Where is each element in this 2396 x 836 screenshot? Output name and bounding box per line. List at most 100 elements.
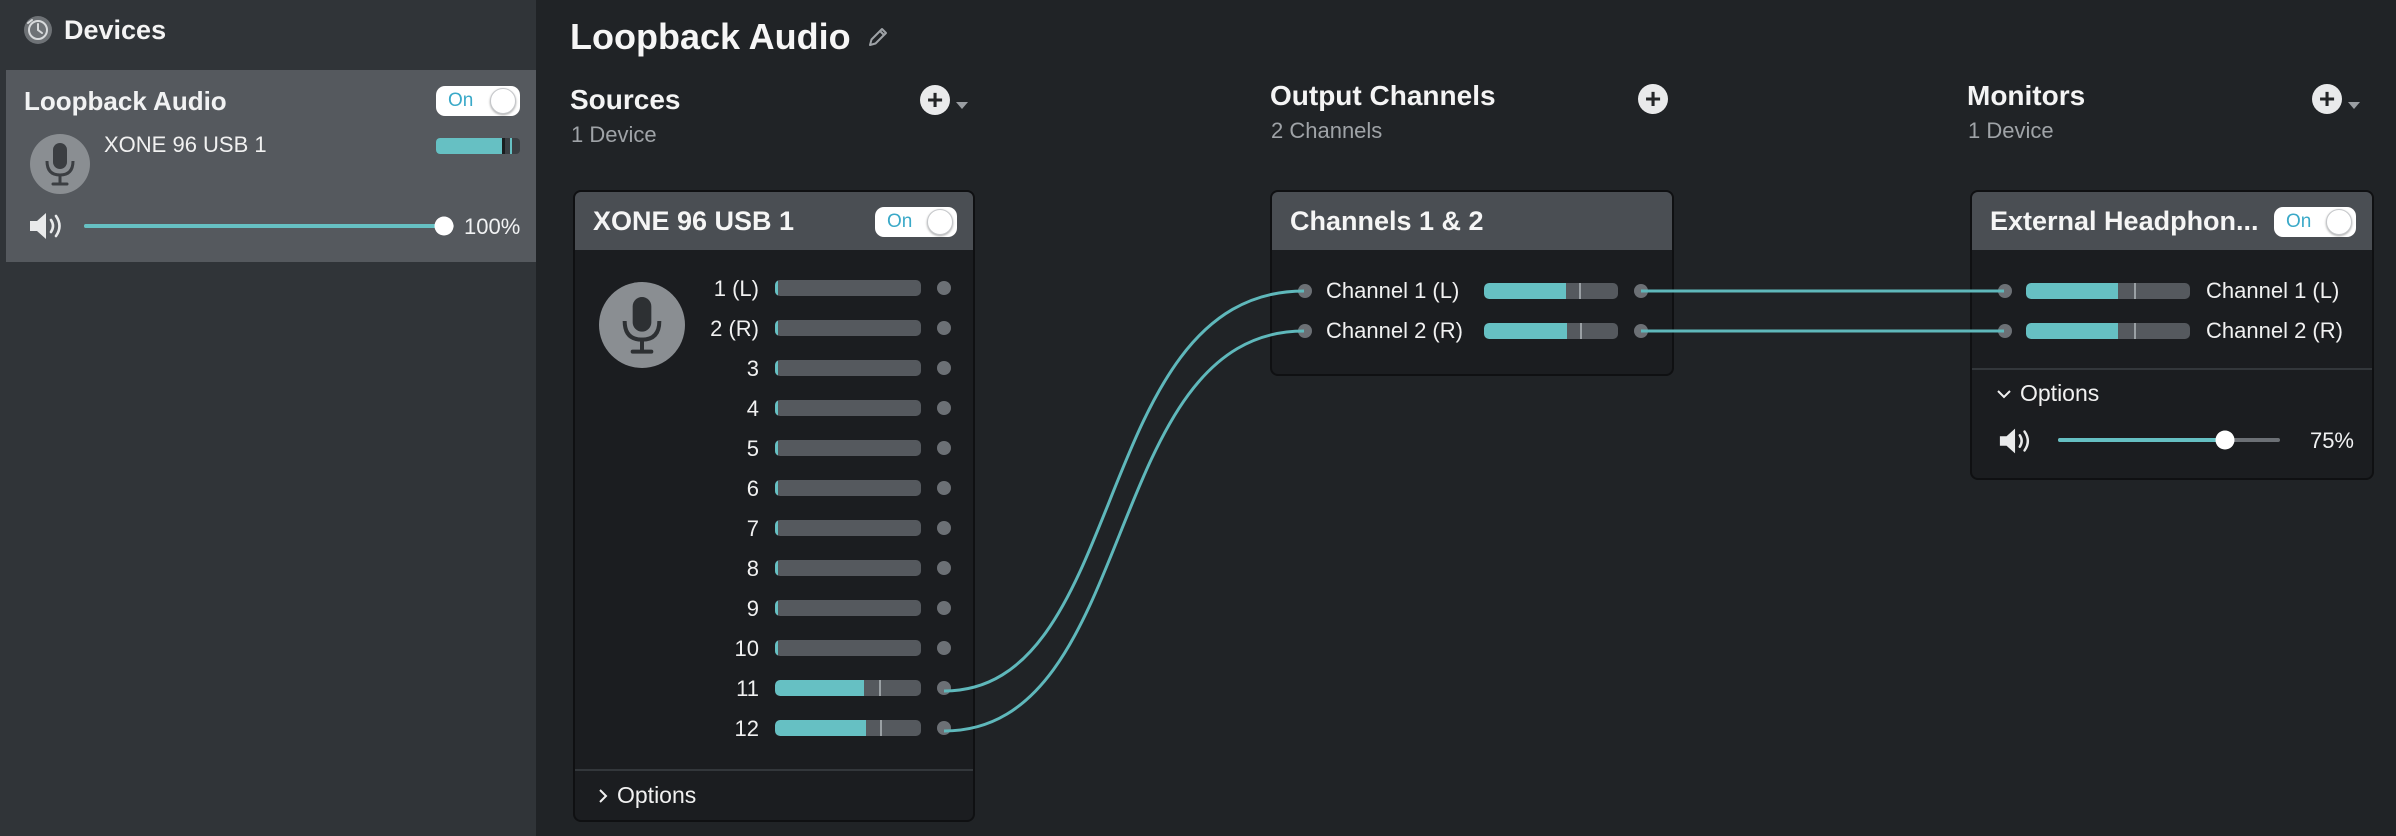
source-channel-row: 3: [575, 356, 973, 381]
source-channel-label: 10: [734, 636, 759, 661]
wire-source-11-to-channel-1[interactable]: [943, 289, 1305, 693]
toggle-label: On: [887, 211, 913, 232]
source-channel-output-port[interactable]: [937, 401, 951, 415]
source-channel-row: 7: [575, 516, 973, 541]
monitor-power-toggle[interactable]: On: [2274, 207, 2356, 237]
source-channel-output-port[interactable]: [937, 721, 951, 735]
add-output-channel-button[interactable]: +: [1638, 84, 1668, 114]
level-meter: [775, 560, 921, 576]
chevron-right-icon: [599, 788, 608, 803]
source-channel-label: 6: [746, 476, 759, 501]
slider-knob[interactable]: [2215, 430, 2235, 450]
meter-fill: [775, 600, 778, 616]
source-channel-row: 2 (R): [575, 316, 973, 341]
meter-peak: [880, 720, 882, 736]
level-meter: [775, 520, 921, 536]
meter-fill: [775, 720, 866, 736]
source-options-toggle[interactable]: Options: [597, 782, 696, 809]
page-title: Loopback Audio: [570, 16, 889, 58]
monitor-options-toggle[interactable]: Options: [1996, 380, 2099, 407]
output-channel-label: Channel 2 (R): [1326, 318, 1463, 343]
level-meter: [775, 640, 921, 656]
add-monitor-menu-chevron-icon[interactable]: [2348, 102, 2360, 109]
speaker-volume-icon[interactable]: [1998, 426, 2034, 456]
level-meter: [775, 440, 921, 456]
output-channel-row: Channel 1 (L): [1272, 278, 1672, 304]
source-panel-title: XONE 96 USB 1: [593, 206, 795, 236]
source-channel-output-port[interactable]: [937, 521, 951, 535]
source-channel-row: 1 (L): [575, 276, 973, 301]
source-channel-label: 7: [746, 516, 759, 541]
page-title-text: Loopback Audio: [570, 16, 851, 57]
add-source-menu-chevron-icon[interactable]: [956, 102, 968, 109]
add-source-button[interactable]: +: [920, 85, 950, 115]
source-power-toggle[interactable]: On: [875, 207, 957, 237]
slider-knob[interactable]: [434, 216, 454, 236]
add-monitor-button[interactable]: +: [2312, 84, 2342, 114]
level-meter: [775, 280, 921, 296]
monitor-volume-value: 75%: [2309, 428, 2354, 453]
source-channel-output-port[interactable]: [937, 441, 951, 455]
level-meter: [2026, 323, 2190, 339]
output-channel-input-port[interactable]: [1298, 324, 1312, 338]
source-channel-label: 11: [736, 676, 759, 701]
monitor-volume-slider[interactable]: [2058, 430, 2280, 450]
level-meter: [1484, 283, 1618, 299]
source-channel-row: 8: [575, 556, 973, 581]
output-channels-subtitle: 2 Channels: [1271, 118, 1383, 143]
toggle-knob: [490, 88, 516, 114]
output-channels-title: Output Channels: [1270, 80, 1496, 111]
output-channel-panel: Channels 1 & 2 Channel 1 (L) Channel 2 (R…: [1270, 190, 1674, 376]
level-meter: [775, 480, 921, 496]
source-channel-output-port[interactable]: [937, 641, 951, 655]
meter-fill: [436, 138, 502, 154]
level-meter: [775, 720, 921, 736]
monitor-channel-input-port[interactable]: [1998, 324, 2012, 338]
wire-source-12-to-channel-2[interactable]: [943, 329, 1305, 733]
options-label: Options: [617, 782, 697, 808]
source-channel-output-port[interactable]: [937, 601, 951, 615]
meter-fill: [775, 280, 778, 296]
source-channel-label: 2 (R): [710, 316, 759, 341]
source-channel-label: 5: [746, 436, 759, 461]
device-card-name: Loopback Audio: [24, 86, 227, 116]
meter-peak: [502, 138, 505, 154]
chevron-down-icon: [1997, 389, 2011, 398]
sidebar-title: Devices: [64, 14, 167, 45]
source-channel-output-port[interactable]: [937, 361, 951, 375]
speaker-volume-icon[interactable]: [28, 211, 66, 241]
level-meter: [775, 360, 921, 376]
device-volume-slider[interactable]: [84, 216, 454, 236]
avatar: [30, 134, 90, 194]
meter-fill: [775, 360, 778, 376]
meter-fill: [775, 400, 778, 416]
output-panel-header: Channels 1 & 2: [1272, 192, 1672, 250]
output-channel-input-port[interactable]: [1298, 284, 1312, 298]
slider-fill: [2058, 438, 2225, 442]
source-channel-output-port[interactable]: [937, 481, 951, 495]
level-meter: [1484, 323, 1618, 339]
slider-fill: [84, 224, 444, 228]
meter-peak-tail: [510, 138, 512, 154]
toggle-knob: [927, 209, 953, 235]
meter-fill: [2026, 283, 2118, 299]
source-device-name: XONE 96 USB 1: [104, 132, 267, 157]
source-channel-row: 4: [575, 396, 973, 421]
output-channel-row: Channel 2 (R): [1272, 318, 1672, 344]
output-channel-output-port[interactable]: [1634, 284, 1648, 298]
source-channel-output-port[interactable]: [937, 281, 951, 295]
output-channel-output-port[interactable]: [1634, 324, 1648, 338]
device-power-toggle[interactable]: On: [436, 86, 520, 116]
monitor-channel-input-port[interactable]: [1998, 284, 2012, 298]
device-card-loopback-audio[interactable]: Loopback Audio On XONE 96 USB 1 100%: [6, 70, 536, 262]
pencil-icon[interactable]: [867, 26, 889, 48]
source-channel-output-port[interactable]: [937, 561, 951, 575]
options-divider: [575, 769, 973, 771]
source-channel-output-port[interactable]: [937, 681, 951, 695]
sidebar-header: Devices: [22, 12, 166, 48]
source-channel-label: 9: [746, 596, 759, 621]
source-channel-output-port[interactable]: [937, 321, 951, 335]
source-channel-row: 9: [575, 596, 973, 621]
options-label: Options: [2020, 380, 2100, 406]
toggle-label: On: [448, 90, 474, 111]
